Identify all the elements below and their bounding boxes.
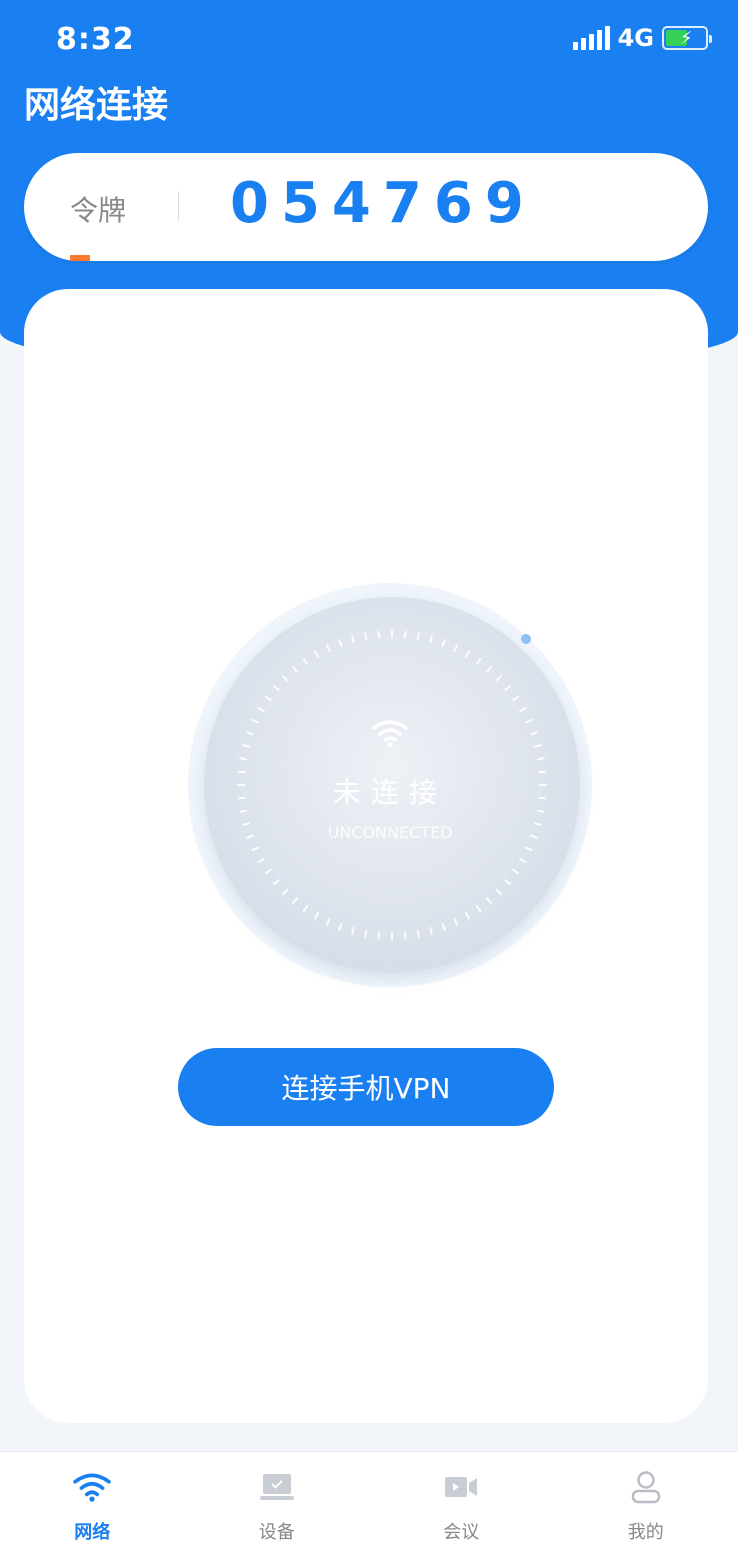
dial-tick bbox=[416, 632, 420, 641]
dial-tick bbox=[533, 744, 542, 748]
dial-tick bbox=[453, 644, 459, 652]
connection-status-en: UNCONNECTED bbox=[327, 823, 453, 842]
dial-tick bbox=[242, 744, 251, 748]
dial-tick bbox=[325, 644, 331, 652]
token-progress-bar bbox=[70, 255, 90, 261]
dial-tick bbox=[351, 635, 355, 644]
dial-tick bbox=[504, 685, 511, 691]
connection-card: 未连接 UNCONNECTED 连接手机VPN bbox=[24, 289, 708, 1423]
dial-tick bbox=[364, 632, 368, 641]
tab-meeting[interactable]: 会议 bbox=[369, 1452, 554, 1561]
dial-tick bbox=[338, 923, 343, 931]
tab-label: 会议 bbox=[443, 1522, 480, 1543]
dial-tick bbox=[519, 858, 527, 863]
status-indicators: 4G ⚡ bbox=[572, 24, 712, 52]
dial-tick bbox=[338, 639, 343, 647]
status-bar: 8:32 4G ⚡ bbox=[0, 0, 738, 80]
dial-tick bbox=[264, 868, 272, 875]
dial-tick bbox=[504, 879, 511, 885]
dial-tick bbox=[351, 926, 355, 935]
dial-tick bbox=[264, 695, 272, 702]
dial-tick bbox=[282, 675, 289, 682]
dial-tick bbox=[403, 630, 407, 639]
connection-dial[interactable]: 未连接 UNCONNECTED bbox=[188, 583, 592, 987]
dial-tick bbox=[325, 918, 331, 926]
token-divider bbox=[178, 191, 179, 221]
connection-status: 未连接 bbox=[332, 776, 447, 809]
dial-tick bbox=[441, 923, 446, 931]
dial-tick bbox=[416, 929, 420, 938]
dial-tick bbox=[486, 897, 492, 904]
signal-icon bbox=[572, 26, 610, 50]
network-type: 4G bbox=[617, 24, 654, 52]
dial-tick bbox=[475, 657, 482, 665]
laptop-icon bbox=[259, 1474, 294, 1500]
dial-tick bbox=[292, 666, 298, 673]
dial-tick bbox=[257, 707, 265, 712]
token-label: 令牌 bbox=[70, 194, 127, 227]
page-title: 网络连接 bbox=[24, 85, 169, 126]
dial-tick bbox=[512, 695, 520, 702]
tab-profile[interactable]: 我的 bbox=[554, 1452, 738, 1561]
dial-tick bbox=[246, 731, 254, 736]
dial-tick bbox=[465, 912, 470, 920]
video-icon bbox=[445, 1477, 478, 1497]
dial-tick bbox=[257, 858, 265, 863]
user-icon bbox=[631, 1471, 660, 1504]
dial-tick bbox=[475, 905, 482, 913]
dial-tick bbox=[302, 657, 309, 665]
wifi-icon bbox=[73, 1473, 111, 1502]
dial-tick bbox=[530, 731, 538, 736]
dial-indicator-dot bbox=[521, 634, 531, 644]
tab-label: 设备 bbox=[258, 1522, 295, 1543]
tab-label: 网络 bbox=[74, 1522, 111, 1543]
dial-tick bbox=[495, 675, 502, 682]
dial-tick bbox=[364, 929, 368, 938]
dial-tick bbox=[292, 897, 298, 904]
dial-tick bbox=[453, 918, 459, 926]
battery-icon: ⚡ bbox=[662, 26, 712, 50]
dial-tick bbox=[495, 888, 502, 895]
connect-vpn-button[interactable]: 连接手机VPN bbox=[178, 1048, 554, 1126]
dial-tick bbox=[314, 912, 319, 920]
dial-tick bbox=[525, 718, 533, 724]
dial-tick bbox=[239, 757, 248, 761]
dial-tick bbox=[377, 630, 381, 639]
dial-tick bbox=[377, 931, 381, 940]
tab-label: 我的 bbox=[627, 1522, 664, 1543]
dial-tick bbox=[251, 846, 259, 852]
dial-tick bbox=[512, 868, 520, 875]
tab-network[interactable]: 网络 bbox=[0, 1452, 185, 1561]
dial-tick bbox=[273, 879, 280, 885]
dial-tick bbox=[519, 707, 527, 712]
dial-tick bbox=[302, 905, 309, 913]
tab-device[interactable]: 设备 bbox=[185, 1452, 370, 1561]
token-value: 054769 bbox=[230, 171, 536, 236]
dial-tick bbox=[465, 650, 470, 658]
wifi-icon bbox=[372, 720, 408, 747]
dial-tick bbox=[403, 931, 407, 940]
dial-tick bbox=[273, 685, 280, 691]
dial-tick bbox=[441, 639, 446, 647]
dial-tick bbox=[282, 888, 289, 895]
dial-tick bbox=[429, 635, 433, 644]
dial-tick bbox=[486, 666, 492, 673]
dial-tick bbox=[536, 757, 545, 761]
token-card: 令牌 054769 bbox=[24, 153, 708, 261]
tab-bar: 网络 设备 会议 我的 bbox=[0, 1451, 738, 1561]
dial-tick bbox=[314, 650, 319, 658]
dial-tick bbox=[429, 926, 433, 935]
dial-tick bbox=[525, 846, 533, 852]
status-time: 8:32 bbox=[56, 22, 135, 57]
dial-tick bbox=[251, 718, 259, 724]
